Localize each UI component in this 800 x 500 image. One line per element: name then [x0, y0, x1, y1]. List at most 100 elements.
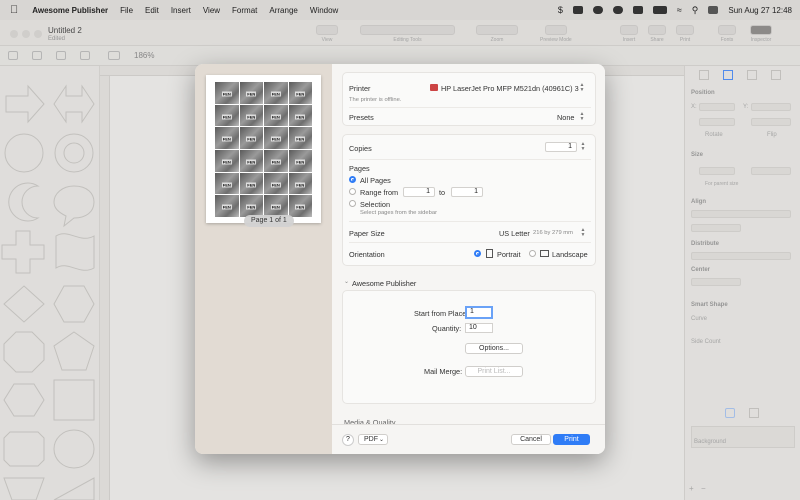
paper-size-select[interactable]: US Letter: [499, 229, 530, 238]
landscape-radio[interactable]: [529, 250, 536, 257]
preview-label-thumbnail: FEN: [239, 172, 263, 195]
app-options-section: Start from Place: 1 Quantity: 10 Options…: [342, 290, 596, 404]
dollar-icon[interactable]: $: [558, 5, 563, 15]
preview-label-thumbnail: FEN: [215, 104, 239, 127]
preview-label-text: FEN: [246, 182, 257, 188]
start-place-field[interactable]: 1: [465, 306, 493, 319]
orientation-label: Orientation: [349, 250, 385, 259]
preview-label-text: FEN: [295, 114, 306, 120]
printer-select[interactable]: HP LaserJet Pro MFP M521dn (40961C) 3: [441, 84, 579, 93]
preview-page[interactable]: FEN FEN FEN FEN FEN FEN FEN FEN FEN FEN FEN FEN FEN F…: [206, 75, 321, 227]
printer-chevron-icon[interactable]: ▲ ▼: [579, 83, 585, 93]
preview-label-text: FEN: [221, 182, 232, 188]
preview-label-thumbnail: FEN: [288, 82, 312, 104]
preview-label-text: FEN: [246, 114, 257, 120]
print-list-button[interactable]: Print List...: [465, 366, 523, 377]
preview-label-text: FEN: [221, 91, 232, 97]
preview-label-text: FEN: [295, 182, 306, 188]
menu-bar:  Awesome Publisher File Edit Insert Vie…: [0, 0, 800, 20]
preview-label-text: FEN: [295, 91, 306, 97]
pdf-label: PDF: [364, 436, 378, 443]
preview-label-thumbnail: FEN: [215, 127, 239, 149]
dialog-footer: ? PDF ⌄ Cancel Print: [332, 424, 605, 454]
separator: [349, 159, 591, 160]
start-place-label: Start from Place:: [414, 309, 469, 318]
text-icon[interactable]: [632, 6, 643, 14]
copies-field[interactable]: 1: [545, 142, 577, 152]
help-button[interactable]: ?: [342, 434, 354, 446]
menu-insert[interactable]: Insert: [171, 6, 191, 15]
app-section-title[interactable]: Awesome Publisher: [352, 279, 416, 288]
options-button[interactable]: Options...: [465, 343, 523, 354]
all-pages-label: All Pages: [360, 176, 391, 185]
preview-label-thumbnail: FEN: [215, 149, 239, 172]
paper-size-chevron-icon[interactable]: ▲ ▼: [580, 228, 586, 238]
menu-file[interactable]: File: [120, 6, 133, 15]
preview-label-thumbnail: FEN: [239, 104, 263, 127]
preview-label-text: FEN: [270, 114, 281, 120]
wifi-icon[interactable]: ≈: [677, 5, 682, 15]
menu-arrange[interactable]: Arrange: [269, 6, 297, 15]
print-preview-pane: FEN FEN FEN FEN FEN FEN FEN FEN FEN FEN FEN FEN FEN F…: [195, 64, 332, 454]
preview-label-thumbnail: FEN: [264, 127, 288, 149]
preview-label-text: FEN: [295, 159, 306, 165]
app-status-icon[interactable]: [572, 6, 583, 14]
pdf-menu-button[interactable]: PDF ⌄: [358, 434, 388, 445]
chevron-down-icon[interactable]: ⌄: [344, 278, 349, 285]
all-pages-radio[interactable]: [349, 176, 356, 183]
copies-stepper-icon[interactable]: ▲ ▼: [580, 142, 586, 152]
selection-radio[interactable]: [349, 200, 356, 207]
preview-label-thumbnail: FEN: [288, 195, 312, 217]
preview-label-thumbnail: FEN: [264, 104, 288, 127]
menu-app-name[interactable]: Awesome Publisher: [32, 6, 108, 15]
preview-label-text: FEN: [270, 91, 281, 97]
presets-select[interactable]: None: [557, 113, 574, 122]
menu-edit[interactable]: Edit: [145, 6, 159, 15]
print-button[interactable]: Print: [553, 434, 590, 445]
preview-label-thumbnail: FEN: [215, 195, 239, 217]
preview-label-text: FEN: [246, 136, 257, 142]
preview-label-thumbnail: FEN: [288, 127, 312, 149]
range-to-field[interactable]: 1: [451, 187, 483, 197]
menu-window[interactable]: Window: [310, 6, 338, 15]
preview-label-thumbnail: FEN: [215, 172, 239, 195]
preview-label-text: FEN: [270, 204, 281, 210]
printer-section: Printer HP LaserJet Pro MFP M521dn (4096…: [342, 72, 596, 126]
separator: [349, 107, 591, 108]
preview-label-text: FEN: [221, 136, 232, 142]
cloud-icon[interactable]: [592, 6, 603, 14]
landscape-label: Landscape: [552, 250, 588, 259]
cancel-button[interactable]: Cancel: [511, 434, 551, 445]
preview-label-thumbnail: FEN: [239, 82, 263, 104]
toggle-icon[interactable]: [612, 6, 623, 14]
separator: [349, 242, 591, 243]
preview-label-text: FEN: [221, 114, 232, 120]
preview-label-thumbnail: FEN: [288, 172, 312, 195]
control-center-icon[interactable]: [708, 6, 719, 14]
chevron-down-icon: ⌄: [378, 437, 384, 443]
portrait-icon: [486, 249, 493, 258]
range-label: Range from: [360, 188, 399, 197]
separator: [349, 221, 591, 222]
datetime[interactable]: Sun Aug 27 12:48: [728, 6, 792, 15]
apple-icon[interactable]: : [10, 4, 18, 16]
menu-format[interactable]: Format: [232, 6, 257, 15]
range-radio[interactable]: [349, 188, 356, 195]
preview-label-text: FEN: [246, 159, 257, 165]
quantity-field[interactable]: 10: [465, 323, 493, 333]
range-from-field[interactable]: 1: [403, 187, 435, 197]
portrait-radio[interactable]: [474, 250, 481, 257]
page-count-label: Page 1 of 1: [244, 215, 294, 227]
landscape-icon: [540, 250, 549, 257]
copies-label: Copies: [349, 144, 372, 153]
menu-view[interactable]: View: [203, 6, 220, 15]
preview-label-thumbnail: FEN: [215, 82, 239, 104]
presets-chevron-icon[interactable]: ▲ ▼: [579, 112, 585, 122]
print-settings: Printer HP LaserJet Pro MFP M521dn (4096…: [332, 64, 605, 454]
preview-label-text: FEN: [246, 91, 257, 97]
preview-label-thumbnail: FEN: [288, 149, 312, 172]
battery-icon[interactable]: [652, 6, 667, 14]
search-icon[interactable]: ⚲: [692, 5, 699, 16]
quantity-label: Quantity:: [432, 324, 462, 333]
preview-label-thumbnail: FEN: [239, 195, 263, 217]
